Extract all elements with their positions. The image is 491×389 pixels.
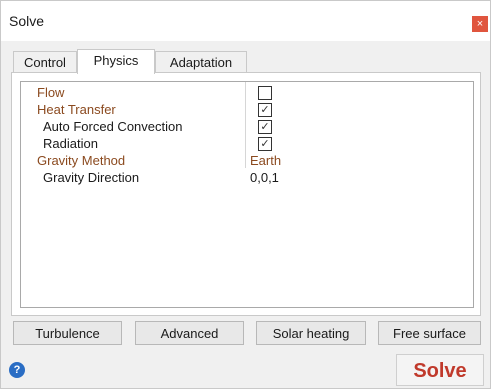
checkmark-icon: ✓ <box>260 104 270 116</box>
footer-bar: ? Solve <box>1 352 490 388</box>
property-row-flow: Flow <box>21 84 473 101</box>
help-icon[interactable]: ? <box>9 362 25 378</box>
property-label: Gravity Direction <box>43 170 140 185</box>
gravity-method-value[interactable]: Earth <box>250 152 281 169</box>
checkmark-icon: ✓ <box>260 121 270 133</box>
tab-physics[interactable]: Physics <box>77 49 155 74</box>
heat-transfer-checkbox[interactable]: ✓ <box>258 103 272 117</box>
auto-forced-convection-checkbox[interactable]: ✓ <box>258 120 272 134</box>
property-label: Auto Forced Convection <box>43 119 183 134</box>
solve-dialog: Solve × Control Physics Adaptation Flow … <box>0 0 491 389</box>
property-row-gravity-direction: Gravity Direction 0,0,1 <box>21 169 473 186</box>
solve-button[interactable]: Solve <box>396 354 484 386</box>
tab-adaptation[interactable]: Adaptation <box>155 51 247 73</box>
close-icon[interactable]: × <box>472 16 488 32</box>
window-title: Solve <box>9 13 45 29</box>
solar-heating-button[interactable]: Solar heating <box>256 321 366 345</box>
property-label: Flow <box>37 85 65 100</box>
checkmark-icon: ✓ <box>260 138 270 150</box>
gravity-direction-value[interactable]: 0,0,1 <box>250 169 279 186</box>
property-label: Heat Transfer <box>37 102 116 117</box>
turbulence-button[interactable]: Turbulence <box>13 321 122 345</box>
property-row-radiation: Radiation ✓ <box>21 135 473 152</box>
property-label: Radiation <box>43 136 98 151</box>
action-buttons: Turbulence Advanced Solar heating Free s… <box>13 321 481 345</box>
free-surface-button[interactable]: Free surface <box>378 321 481 345</box>
property-row-heat-transfer: Heat Transfer ✓ <box>21 101 473 118</box>
property-row-auto-forced-convection: Auto Forced Convection ✓ <box>21 118 473 135</box>
property-row-gravity-method: Gravity Method Earth <box>21 152 473 169</box>
property-grid: Flow Heat Transfer ✓ Auto Forced Convect… <box>20 81 474 308</box>
flow-checkbox[interactable] <box>258 86 272 100</box>
tab-control[interactable]: Control <box>13 51 77 73</box>
radiation-checkbox[interactable]: ✓ <box>258 137 272 151</box>
title-bar: Solve × <box>1 1 490 41</box>
advanced-button[interactable]: Advanced <box>135 321 244 345</box>
property-label: Gravity Method <box>37 153 126 168</box>
physics-panel: Flow Heat Transfer ✓ Auto Forced Convect… <box>11 72 481 316</box>
